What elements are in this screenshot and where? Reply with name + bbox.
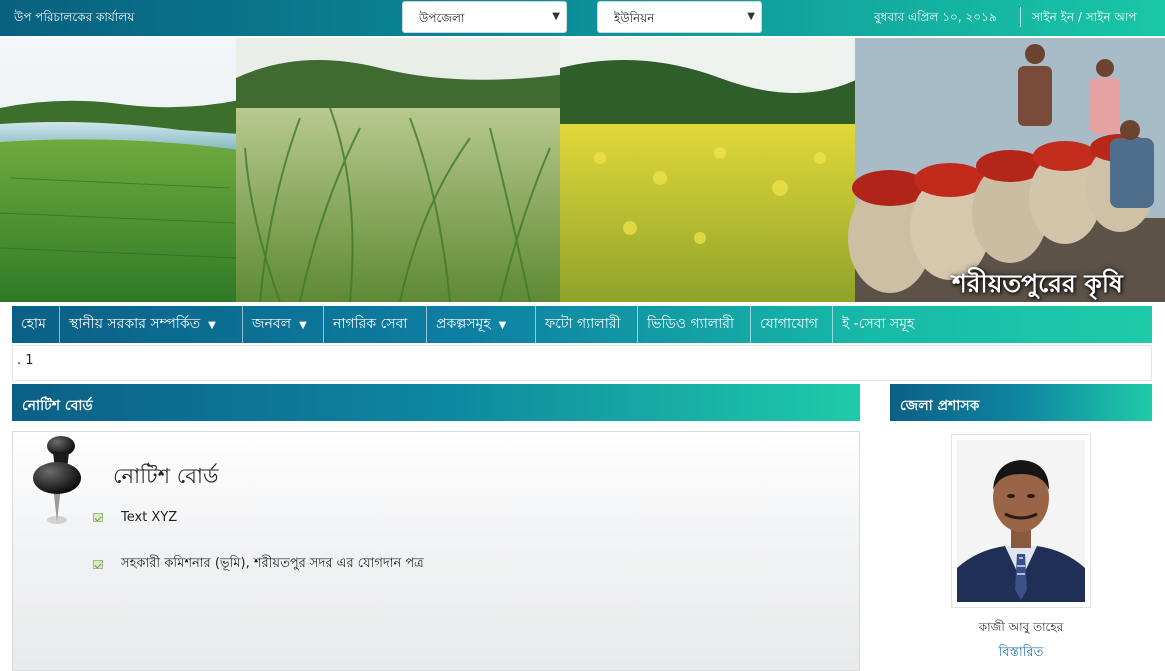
notice-item-link[interactable]: সহকারী কমিশনার (ভূমি), শরীয়তপুর সদর এর … xyxy=(121,554,424,575)
nav-item-label: ই -সেবা সমূহ xyxy=(842,316,915,332)
notice-board-bar: নোটিশ বোর্ড xyxy=(12,384,860,421)
check-icon xyxy=(93,513,103,522)
official-name: কাজী আবু তাহের xyxy=(978,620,1064,634)
sign-in-link[interactable]: সাইন ইন / সাইন আপ xyxy=(1032,9,1136,29)
notice-item-link[interactable]: Text XYZ xyxy=(121,510,177,525)
chevron-down-icon: ▼ xyxy=(747,11,755,22)
notice-board-panel: নোটিশ বোর্ড Text XYZ সহকারী কমিশনার (ভূম… xyxy=(12,431,860,671)
top-bar: উপ পরিচালকের কার্যালয় উপজেলা ▼ ইউনিয়ন … xyxy=(0,0,1165,36)
current-date: বুধবার এপ্রিল ১০, ২০১৯ xyxy=(874,10,997,24)
nav-item-home[interactable]: হোম xyxy=(12,306,60,343)
check-icon xyxy=(93,560,103,569)
avatar xyxy=(957,440,1085,602)
notice-heading: নোটিশ বোর্ড xyxy=(113,464,219,488)
pushpin-icon xyxy=(33,436,81,524)
chevron-down-icon: ▼ xyxy=(552,11,560,22)
news-ticker: . 1 xyxy=(12,345,1152,381)
nav-item-photo-gallery[interactable]: ফটো গ্যালারী xyxy=(536,306,638,343)
banner: শরীয়তপুরের কৃষি xyxy=(0,38,1165,302)
banner-image xyxy=(0,38,1165,302)
caret-down-icon: ▼ xyxy=(208,320,216,331)
district-commissioner-bar-title: জেলা প্রশাসক xyxy=(900,398,980,414)
nav-item-citizen-service[interactable]: নাগরিক সেবা xyxy=(324,306,427,343)
nav-item-local-government[interactable]: স্থানীয় সরকার সম্পর্কিত ▼ xyxy=(60,306,243,343)
nav-item-label: হোম xyxy=(21,316,46,332)
union-select-label: ইউনিয়ন xyxy=(614,11,655,25)
nav-item-label: স্থানীয় সরকার সম্পর্কিত xyxy=(69,316,201,332)
nav-item-label: নাগরিক সেবা xyxy=(333,316,408,332)
nav-item-manpower[interactable]: জনবল ▼ xyxy=(243,306,324,343)
nav-item-video-gallery[interactable]: ভিডিও গ্যালারী xyxy=(638,306,751,343)
district-commissioner-bar: জেলা প্রশাসক xyxy=(890,384,1152,421)
details-link[interactable]: বিস্তারিত xyxy=(890,643,1152,664)
ticker-text[interactable]: . 1 xyxy=(17,353,34,368)
nav-item-label: যোগাযোগ xyxy=(760,316,818,332)
caret-down-icon: ▼ xyxy=(498,320,507,331)
caret-down-icon: ▼ xyxy=(299,320,307,331)
divider xyxy=(1020,7,1021,27)
nav-item-contact[interactable]: যোগাযোগ xyxy=(751,306,833,343)
main-nav: হোম স্থানীয় সরকার সম্পর্কিত ▼ জনবল ▼ নাগর… xyxy=(12,306,1152,343)
notice-item[interactable]: Text XYZ xyxy=(93,510,177,525)
nav-item-label: ফটো গ্যালারী xyxy=(545,316,621,332)
nav-item-label: প্রকল্পসমূহ xyxy=(436,316,491,332)
office-name: উপ পরিচালকের কার্যালয় xyxy=(14,10,135,24)
official-photo xyxy=(951,434,1091,608)
upazila-select[interactable]: উপজেলা ▼ xyxy=(402,1,567,33)
notice-item[interactable]: সহকারী কমিশনার (ভূমি), শরীয়তপুর সদর এর … xyxy=(93,554,424,575)
notice-board-bar-title: নোটিশ বোর্ড xyxy=(22,398,93,414)
nav-item-label: জনবল xyxy=(252,316,292,332)
union-select[interactable]: ইউনিয়ন ▼ xyxy=(597,1,762,33)
nav-item-projects[interactable]: প্রকল্পসমূহ ▼ xyxy=(427,306,536,343)
nav-item-label: ভিডিও গ্যালারী xyxy=(647,316,734,332)
banner-title: শরীয়তপুরের কৃষি xyxy=(952,269,1123,298)
upazila-select-label: উপজেলা xyxy=(419,11,465,25)
nav-item-e-services[interactable]: ই -সেবা সমূহ xyxy=(833,306,943,343)
